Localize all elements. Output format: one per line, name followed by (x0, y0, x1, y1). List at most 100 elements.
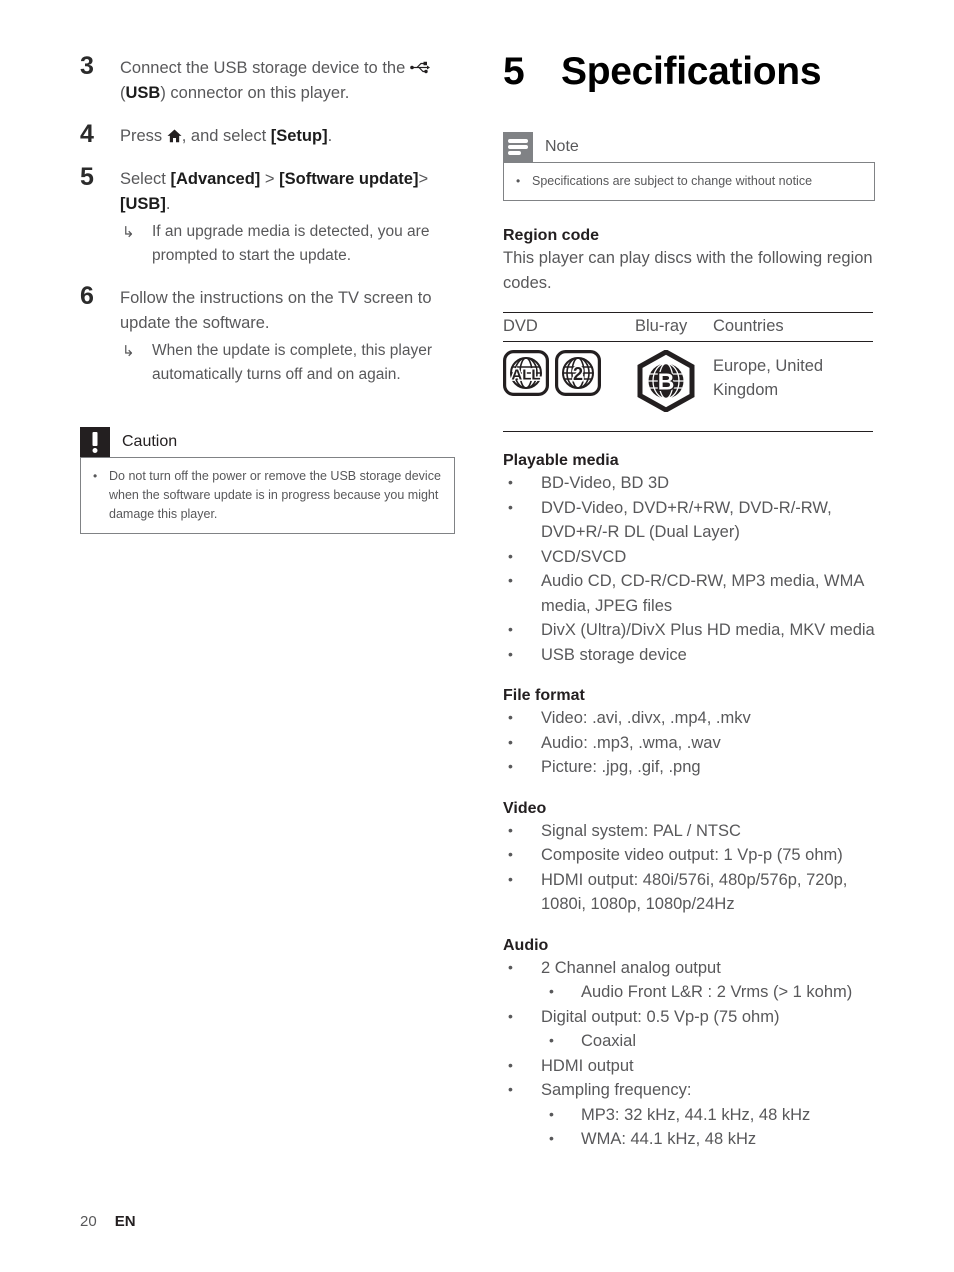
list-item-text: 2 Channel analog output (541, 958, 721, 977)
step-5-bold-usb: [USB] (120, 195, 166, 213)
step-4-bold: [Setup] (270, 127, 328, 145)
list-item-text: Composite video output: 1 Vp-p (75 ohm) (541, 846, 843, 864)
sub-list: • Audio Front L&R : 2 Vrms (> 1 kohm) (541, 980, 875, 1005)
chapter-number: 5 (503, 50, 525, 93)
list-item-text: BD-Video, BD 3D (541, 474, 670, 492)
note-lines-icon (503, 132, 533, 162)
bullet-icon: • (508, 645, 513, 662)
arrow-icon: ↳ (122, 224, 135, 241)
step-5-suffix: . (165, 195, 171, 213)
dvd-region-all-icon: ALL (503, 350, 549, 401)
list-item-text: Audio CD, CD-R/CD-RW, MP3 media, WMA med… (541, 572, 864, 615)
bullet-icon: • (508, 733, 513, 750)
section-list: • Signal system: PAL / NTSC • Composite vid… (503, 819, 875, 917)
bullet-icon: • (508, 1081, 513, 1097)
dvd-region-2-icon: 2 (555, 350, 601, 401)
list-item-text: HDMI output (541, 1056, 634, 1075)
sub-list-item: • Coaxial (541, 1029, 875, 1054)
bullet-icon: • (508, 846, 513, 862)
bullet-icon: • (516, 174, 521, 188)
bullet-icon: • (508, 572, 513, 588)
step-5-subnote: ↳ If an upgrade media is detected, you a… (120, 220, 455, 268)
list-item-text: Audio: .mp3, .wma, .wav (541, 733, 721, 752)
sub-list-item: • WMA: 44.1 kHz, 48 kHz (541, 1127, 875, 1152)
section-heading: Video (503, 799, 547, 817)
list-item: • DVD-Video, DVD+R/+RW, DVD-R/-RW, DVD+R/… (503, 496, 875, 545)
list-item-text: VCD/SVCD (541, 547, 627, 566)
section-heading: Audio (503, 936, 549, 954)
sub-list-item-text: Coaxial (581, 1032, 637, 1050)
bullet-icon: • (549, 1105, 554, 1122)
step-3: 3 Connect the USB storage device to the … (80, 52, 455, 106)
step-5-bold-advanced: [Advanced] (170, 170, 261, 188)
section-heading: File format (503, 687, 585, 704)
caution-item: • Do not turn off the power or remove th… (91, 467, 442, 524)
bullet-icon: • (508, 1056, 513, 1073)
step-3-text: Connect the USB storage device to the (U… (120, 56, 455, 106)
table-header-row: DVD Blu-ray Countries (503, 313, 873, 341)
note-item-text: Specifications are subject to change wit… (532, 174, 813, 188)
list-item: • HDMI output: 480i/576i, 480p/576p, 720p… (503, 868, 875, 917)
list-item: • Sampling frequency: • MP3: 32 kHz, 44.1 k… (503, 1078, 875, 1152)
bullet-icon: • (549, 983, 554, 999)
caution-item-text: Do not turn off the power or remove the … (109, 469, 441, 521)
region-code-heading: Region code (503, 227, 600, 244)
step-6-subnote-text: When the update is complete, this player… (152, 342, 433, 383)
footer-page-number: 20 (80, 1213, 97, 1230)
list-item: • HDMI output (503, 1054, 875, 1079)
section-heading: Playable media (503, 452, 619, 469)
bullet-icon: • (549, 1032, 554, 1048)
sub-list-item-text: Audio Front L&R : 2 Vrms (> 1 kohm) (581, 983, 853, 1001)
step-3-text-part-1: Connect the USB storage device to the (120, 59, 410, 77)
list-item: • Audio CD, CD-R/CD-RW, MP3 media, WMA me… (503, 569, 875, 618)
step-6-subnote: ↳ When the update is complete, this play… (120, 339, 455, 387)
step-4: 4 Press , and select [Setup]. (80, 120, 455, 149)
note-title-wrap: Note (533, 132, 579, 162)
list-item: • USB storage device (503, 643, 875, 668)
bullet-icon: • (508, 621, 513, 637)
dvd-region-icons: ALL 2 (503, 350, 635, 401)
caution-header: Caution (80, 427, 455, 457)
region-code-table: DVD Blu-ray Countries ALL 2 B Europe, Un… (503, 312, 873, 432)
sub-list-item-text: MP3: 32 kHz, 44.1 kHz, 48 kHz (581, 1105, 811, 1124)
step-3-usb-bold: USB (125, 84, 161, 102)
step-5-separator: > (260, 170, 280, 188)
list-item: • Picture: .jpg, .gif, .png (503, 755, 875, 780)
step-6-text: Follow the instructions on the TV screen… (120, 289, 432, 332)
bullet-icon: • (508, 1007, 513, 1024)
section-list: • BD-Video, BD 3D • DVD-Video, DVD+R/+RW, D… (503, 471, 875, 667)
usb-icon (410, 57, 432, 74)
list-item: • Audio: .mp3, .wma, .wav (503, 731, 875, 756)
svg-text:B: B (658, 369, 675, 395)
exclamation-icon (80, 427, 110, 457)
step-4-suffix: . (327, 127, 333, 145)
caution-title-wrap: Caution (110, 427, 177, 457)
list-item: • DivX (Ultra)/DivX Plus HD media, MKV me… (503, 618, 875, 643)
table-cell-bluray: B (635, 349, 713, 417)
bullet-icon: • (508, 758, 513, 774)
step-5-bold-software-update: [Software update] (279, 170, 419, 188)
step-5: 5 Select [Advanced] > [Software update]>… (80, 163, 455, 268)
right-column: 5 Specifications Note • Specifications a… (503, 50, 875, 1152)
list-item: • Composite video output: 1 Vp-p (75 ohm) (503, 843, 875, 868)
bullet-icon: • (508, 474, 513, 490)
list-item: • 2 Channel analog output • Audio Front L&R… (503, 956, 875, 1005)
list-item-text: Picture: .jpg, .gif, .png (541, 758, 701, 776)
list-item-text: HDMI output: 480i/576i, 480p/576p, 720p,… (541, 870, 848, 914)
table-header-bluray: Blu-ray (635, 317, 688, 335)
bullet-icon: • (508, 498, 513, 515)
step-5-prefix: Select (120, 170, 171, 188)
list-item: • BD-Video, BD 3D (503, 471, 875, 496)
step-6: 6 Follow the instructions on the TV scre… (80, 282, 455, 387)
chapter-heading: 5 Specifications (503, 50, 875, 94)
left-column: 3 Connect the USB storage device to the … (80, 52, 455, 534)
list-item: • Video: .avi, .divx, .mp4, .mkv (503, 706, 875, 731)
note-title: Note (545, 138, 579, 155)
caution-box: • Do not turn off the power or remove th… (80, 457, 455, 534)
section-list: • 2 Channel analog output • Audio Front L&R… (503, 956, 875, 1152)
table-cell-countries: Europe, United Kingdom (713, 357, 824, 399)
bullet-icon: • (508, 821, 513, 838)
footer-language: EN (114, 1213, 136, 1230)
sub-list-item: • Audio Front L&R : 2 Vrms (> 1 kohm) (541, 980, 875, 1005)
step-5-number: 5 (80, 163, 94, 191)
